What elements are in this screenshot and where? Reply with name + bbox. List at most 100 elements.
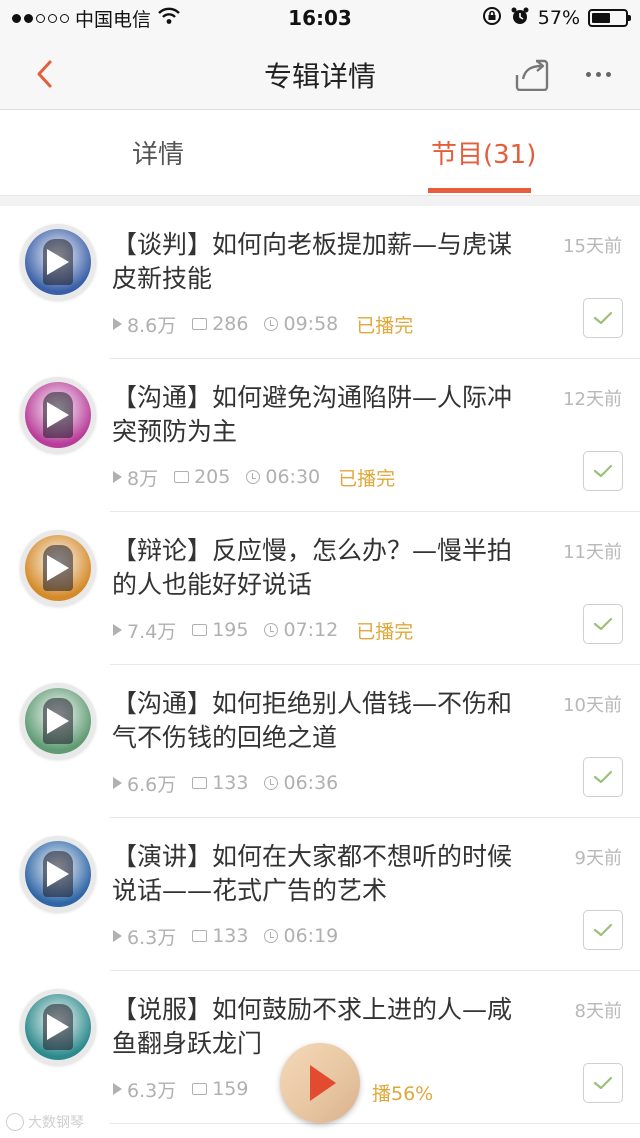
episode-cover-art — [25, 382, 91, 448]
duration-stat: 06:30 — [246, 466, 320, 488]
check-icon — [593, 464, 613, 478]
mini-player-progress: 播56% — [372, 1079, 434, 1106]
select-checkbox[interactable] — [583, 298, 623, 338]
episode-cover-art — [25, 994, 91, 1060]
plays-stat: 6.3万 — [113, 1076, 176, 1103]
row-divider — [110, 1123, 640, 1124]
watermark: 大数钢琴 — [6, 1112, 84, 1132]
play-count-icon — [113, 471, 122, 483]
episode-cover[interactable] — [20, 377, 96, 453]
episode-row[interactable]: 【沟通】如何避免沟通陷阱—人际冲突预防为主 12天前 8万 205 06:30 已播完 — [0, 359, 640, 512]
nav-bar: 专辑详情 — [0, 36, 640, 110]
episode-row[interactable]: 【演讲】如何在大家都不想听的时候说话——花式广告的艺术 9天前 6.3万 133 06:… — [0, 818, 640, 971]
play-icon — [47, 402, 69, 428]
play-count-icon — [113, 1083, 122, 1095]
duration-stat: 07:12 — [264, 619, 338, 641]
episode-cover[interactable] — [20, 989, 96, 1065]
play-count-icon — [113, 624, 122, 636]
comment-icon — [192, 777, 208, 789]
section-gap — [0, 196, 640, 206]
episode-date: 9天前 — [574, 848, 622, 869]
episode-cover[interactable] — [20, 224, 96, 300]
episode-row[interactable]: 【谈判】如何向老板提加薪—与虎谋皮新技能 15天前 8.6万 286 09:58 已播完 — [0, 206, 640, 359]
episode-title[interactable]: 【谈判】如何向老板提加薪—与虎谋皮新技能 — [112, 228, 532, 296]
episode-meta: 8万 205 06:30 已播完 — [113, 464, 396, 491]
episode-date: 12天前 — [563, 389, 622, 410]
more-button[interactable] — [572, 52, 624, 96]
episode-meta: 6.3万 159 — [113, 1076, 264, 1103]
episode-title[interactable]: 【沟通】如何避免沟通陷阱—人际冲突预防为主 — [112, 381, 532, 449]
play-icon — [47, 1014, 69, 1040]
duration: 06:36 — [283, 772, 339, 794]
check-icon — [593, 923, 613, 937]
played-status: 已播完 — [356, 620, 414, 643]
episode-cover[interactable] — [20, 530, 96, 606]
tab-detail[interactable]: 详情 — [132, 134, 184, 171]
duration-stat: 06:19 — [264, 925, 338, 947]
episode-date: 11天前 — [563, 542, 622, 563]
play-count-icon — [113, 777, 122, 789]
comments-count: 195 — [212, 619, 249, 641]
plays-stat: 6.6万 — [113, 770, 176, 797]
play-icon — [47, 249, 69, 275]
comments-stat: 133 — [192, 772, 248, 794]
episode-cover[interactable] — [20, 683, 96, 759]
comments-count: 133 — [212, 772, 249, 794]
check-icon — [593, 617, 613, 631]
clock-icon — [246, 470, 261, 484]
episode-title[interactable]: 【辩论】反应慢，怎么办？—慢半拍的人也能好好说话 — [112, 534, 532, 602]
episode-cover-art — [25, 688, 91, 754]
duration: 06:30 — [265, 466, 321, 488]
alarm-icon — [510, 6, 530, 31]
comments-stat: 195 — [192, 619, 248, 641]
episode-cover-art — [25, 841, 91, 907]
comment-icon — [192, 930, 208, 942]
battery-percent: 57% — [537, 7, 580, 29]
play-icon — [47, 708, 69, 734]
duration: 06:19 — [283, 925, 339, 947]
comment-icon — [192, 624, 208, 636]
watermark-text: 大数钢琴 — [28, 1115, 84, 1131]
duration: 07:12 — [283, 619, 339, 641]
watermark-logo-icon — [6, 1113, 24, 1131]
comments-stat: 159 — [192, 1078, 248, 1100]
mini-player[interactable] — [280, 1043, 360, 1123]
plays-count: 6.6万 — [127, 773, 177, 796]
episode-title[interactable]: 【沟通】如何拒绝别人借钱—不伤和气不伤钱的回绝之道 — [112, 687, 532, 755]
comments-stat: 286 — [192, 313, 248, 335]
episode-date: 10天前 — [563, 695, 622, 716]
plays-count: 6.3万 — [127, 926, 177, 949]
select-checkbox[interactable] — [583, 451, 623, 491]
episode-cover[interactable] — [20, 836, 96, 912]
episode-title[interactable]: 【演讲】如何在大家都不想听的时候说话——花式广告的艺术 — [112, 840, 532, 908]
check-icon — [593, 1076, 613, 1090]
play-icon — [47, 555, 69, 581]
clock-icon — [264, 317, 279, 331]
comments-count: 133 — [212, 925, 249, 947]
tab-episodes[interactable]: 节目(31) — [431, 134, 536, 171]
more-dots-icon — [585, 71, 591, 77]
share-button[interactable] — [510, 52, 554, 96]
episode-row[interactable]: 【沟通】如何拒绝别人借钱—不伤和气不伤钱的回绝之道 10天前 6.6万 133 06:3… — [0, 665, 640, 818]
comments-count: 286 — [212, 313, 249, 335]
episode-meta: 6.3万 133 06:19 — [113, 924, 354, 949]
battery-level — [592, 13, 611, 23]
status-right: 57% — [482, 6, 631, 31]
episode-date: 8天前 — [574, 1001, 622, 1022]
clock-icon — [264, 929, 279, 943]
played-status: 已播完 — [338, 467, 396, 490]
select-checkbox[interactable] — [583, 1063, 623, 1103]
select-checkbox[interactable] — [583, 757, 623, 797]
comment-icon — [174, 471, 190, 483]
tab-bar: 详情 节目(31) — [0, 110, 640, 196]
comment-icon — [192, 318, 208, 330]
battery-icon — [588, 9, 631, 27]
episode-row[interactable]: 【辩论】反应慢，怎么办？—慢半拍的人也能好好说话 11天前 7.4万 195 07:12… — [0, 512, 640, 665]
rotation-lock-icon — [482, 6, 502, 31]
select-checkbox[interactable] — [583, 604, 623, 644]
play-count-icon — [113, 930, 122, 942]
comments-count: 205 — [194, 466, 231, 488]
plays-count: 7.4万 — [127, 620, 177, 643]
select-checkbox[interactable] — [583, 910, 623, 950]
plays-stat: 8万 — [113, 464, 158, 491]
